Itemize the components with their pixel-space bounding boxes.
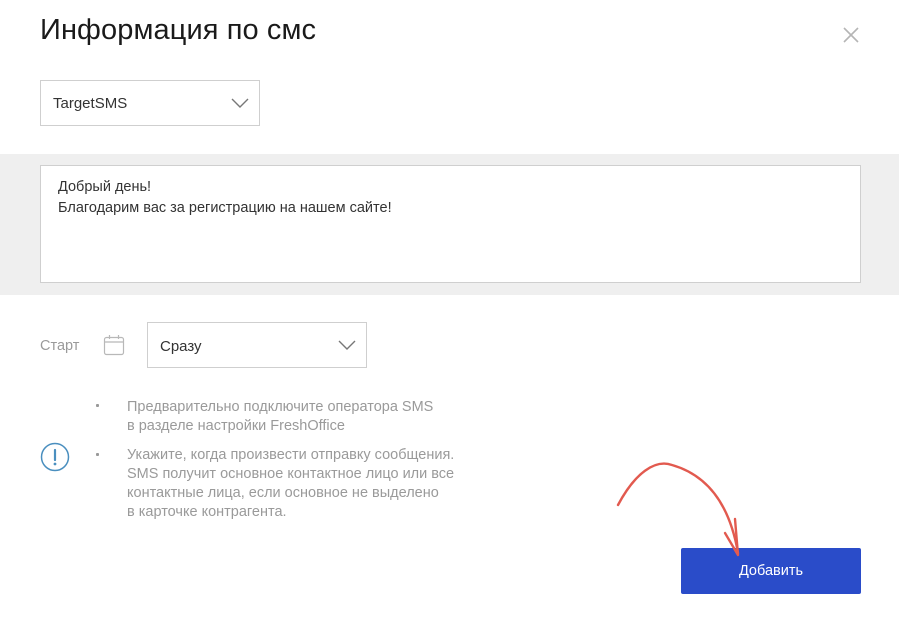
message-line: Благодарим вас за регистрацию на нашем с… [58, 200, 392, 216]
close-icon[interactable] [840, 24, 862, 46]
note-line: контактные лица, если основное не выделе… [127, 485, 439, 501]
calendar-icon [102, 333, 126, 362]
start-time-value: Сразу [160, 338, 202, 355]
note-line: в карточке контрагента. [127, 504, 287, 520]
note-line: Предварительно подключите оператора SMS [127, 399, 434, 415]
sms-operator-select[interactable]: TargetSMS [40, 80, 260, 126]
note-line: Укажите, когда произвести отправку сообщ… [127, 447, 455, 463]
message-line: Добрый день! [58, 179, 152, 195]
note-bullet [96, 453, 99, 456]
info-icon [40, 442, 70, 477]
dialog-title: Информация по смс [40, 14, 317, 46]
start-label: Старт [40, 338, 80, 354]
message-textarea[interactable]: Добрый день! Благодарим вас за регистрац… [40, 165, 861, 283]
note-line: в разделе настройки FreshOffice [127, 418, 345, 434]
note-line: SMS получит основное контактное лицо или… [127, 466, 455, 482]
note-bullet [96, 404, 99, 407]
note-send-time: Укажите, когда произвести отправку сообщ… [127, 446, 454, 522]
note-operator-setup: Предварительно подключите оператора SMS … [127, 398, 433, 436]
chevron-down-icon [230, 96, 250, 115]
sms-operator-value: TargetSMS [53, 95, 128, 112]
chevron-down-icon [337, 338, 357, 357]
add-button[interactable]: Добавить [681, 548, 861, 594]
start-time-select[interactable]: Сразу [147, 322, 367, 368]
